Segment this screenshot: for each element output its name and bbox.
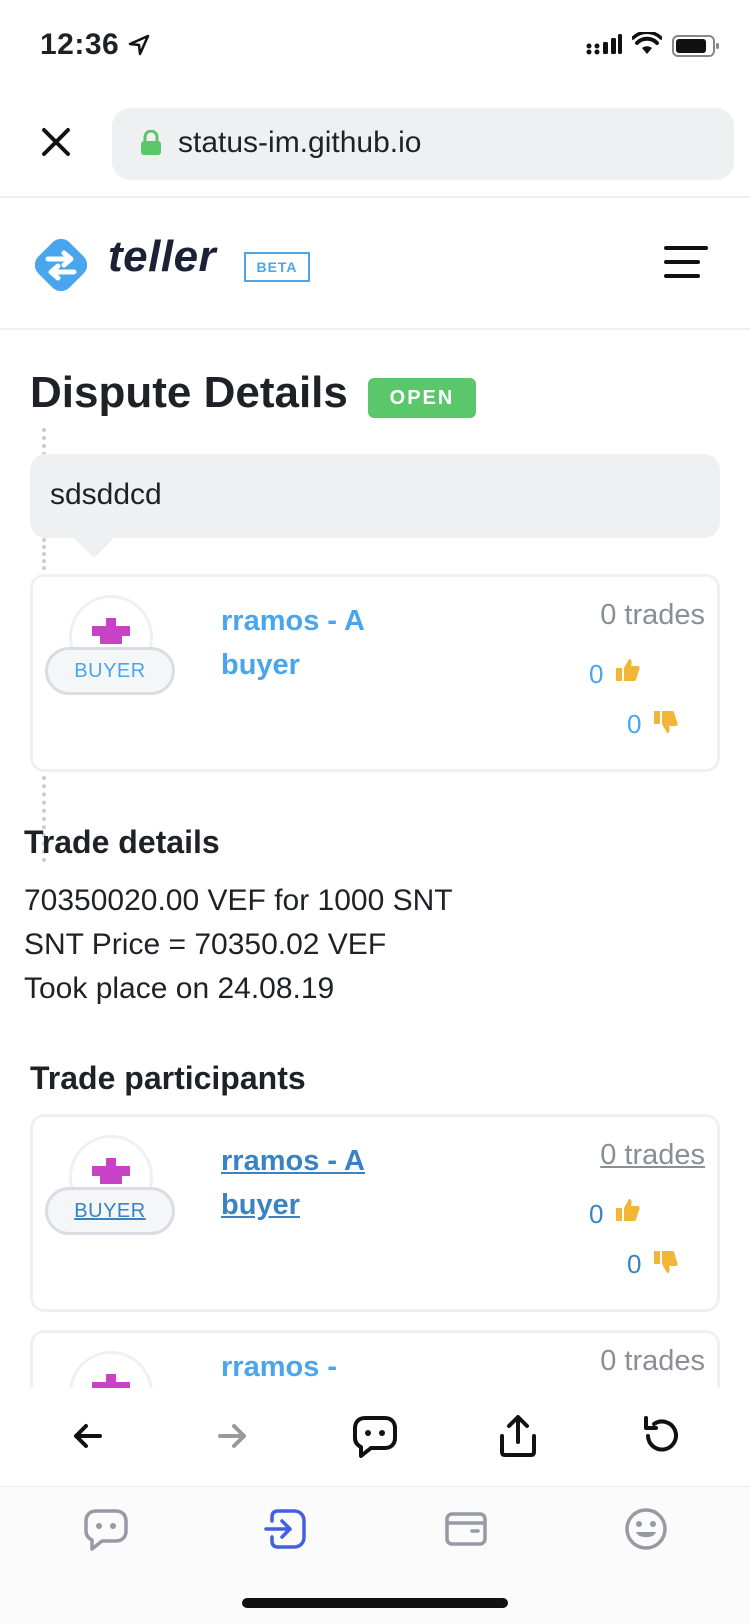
location-arrow-icon: [128, 34, 150, 56]
beta-badge: BETA: [244, 252, 310, 282]
upvote-count: 0: [589, 659, 604, 689]
wifi-icon: [632, 32, 662, 54]
browser-toolbar: [0, 1388, 750, 1486]
status-time: 12:36: [40, 28, 120, 61]
browser-icon[interactable]: [262, 1505, 310, 1553]
downvote-count: 0: [627, 1249, 642, 1279]
page-title: Dispute Details: [30, 368, 348, 417]
url-field[interactable]: status-im.github.io: [112, 108, 734, 180]
browser-url-bar: status-im.github.io: [0, 92, 750, 198]
participant-card[interactable]: BUYER rramos - A buyer 0 trades 0 0: [30, 1114, 720, 1312]
thumbs-down-icon: [654, 1251, 678, 1273]
downvote-count: 0: [627, 709, 642, 739]
forward-arrow-icon[interactable]: [208, 1412, 256, 1460]
dispute-profile-card: BUYER rramos - A buyer 0 trades 0 0: [30, 574, 720, 772]
user-name: rramos - A buyer: [221, 605, 364, 681]
role-badge: BUYER: [45, 647, 175, 695]
url-text: status-im.github.io: [178, 126, 422, 159]
chats-icon[interactable]: [82, 1505, 130, 1553]
status-bar: 12:36: [0, 0, 750, 92]
status-badge: OPEN: [368, 378, 476, 418]
menu-icon[interactable]: [664, 246, 708, 282]
thumbs-up-icon: [616, 1199, 640, 1221]
back-arrow-icon[interactable]: [64, 1412, 112, 1460]
cellular-signal-icon: [586, 34, 622, 55]
chat-icon[interactable]: [351, 1412, 399, 1460]
lock-icon: [141, 130, 161, 155]
trade-details-heading: Trade details: [24, 824, 220, 860]
role-badge[interactable]: BUYER: [45, 1187, 175, 1235]
trade-amount: 70350020.00 VEF for 1000 SNT: [24, 884, 453, 917]
timeline-dots: [42, 538, 46, 570]
thumbs-up-icon: [616, 659, 640, 681]
reload-icon[interactable]: [638, 1412, 686, 1460]
dispute-message-bubble: sdsddcd: [30, 454, 720, 558]
trade-date: Took place on 24.08.19: [24, 972, 335, 1005]
upvote-count: 0: [589, 1199, 604, 1229]
logo-wordmark[interactable]: teller: [108, 232, 216, 282]
close-icon[interactable]: [38, 124, 74, 160]
timeline-dots: [42, 428, 46, 456]
user-name-link[interactable]: rramos - A buyer: [221, 1139, 421, 1227]
profile-icon[interactable]: [622, 1505, 670, 1553]
thumbs-down-icon: [654, 711, 678, 733]
wallet-icon[interactable]: [442, 1505, 490, 1553]
trades-count-link[interactable]: 0 trades: [600, 1139, 705, 1172]
home-indicator: [242, 1598, 508, 1608]
trade-price: SNT Price = 70350.02 VEF: [24, 928, 387, 961]
trade-participants-heading: Trade participants: [30, 1060, 306, 1096]
battery-icon: [672, 35, 719, 57]
share-icon[interactable]: [494, 1412, 542, 1460]
teller-logo-icon[interactable]: [28, 232, 94, 298]
trades-count: 0 trades: [600, 1345, 705, 1377]
user-name[interactable]: rramos -: [221, 1345, 421, 1389]
dispute-message-text: sdsddcd: [50, 478, 162, 511]
trades-count: 0 trades: [600, 599, 705, 631]
app-header: teller BETA: [0, 198, 750, 330]
